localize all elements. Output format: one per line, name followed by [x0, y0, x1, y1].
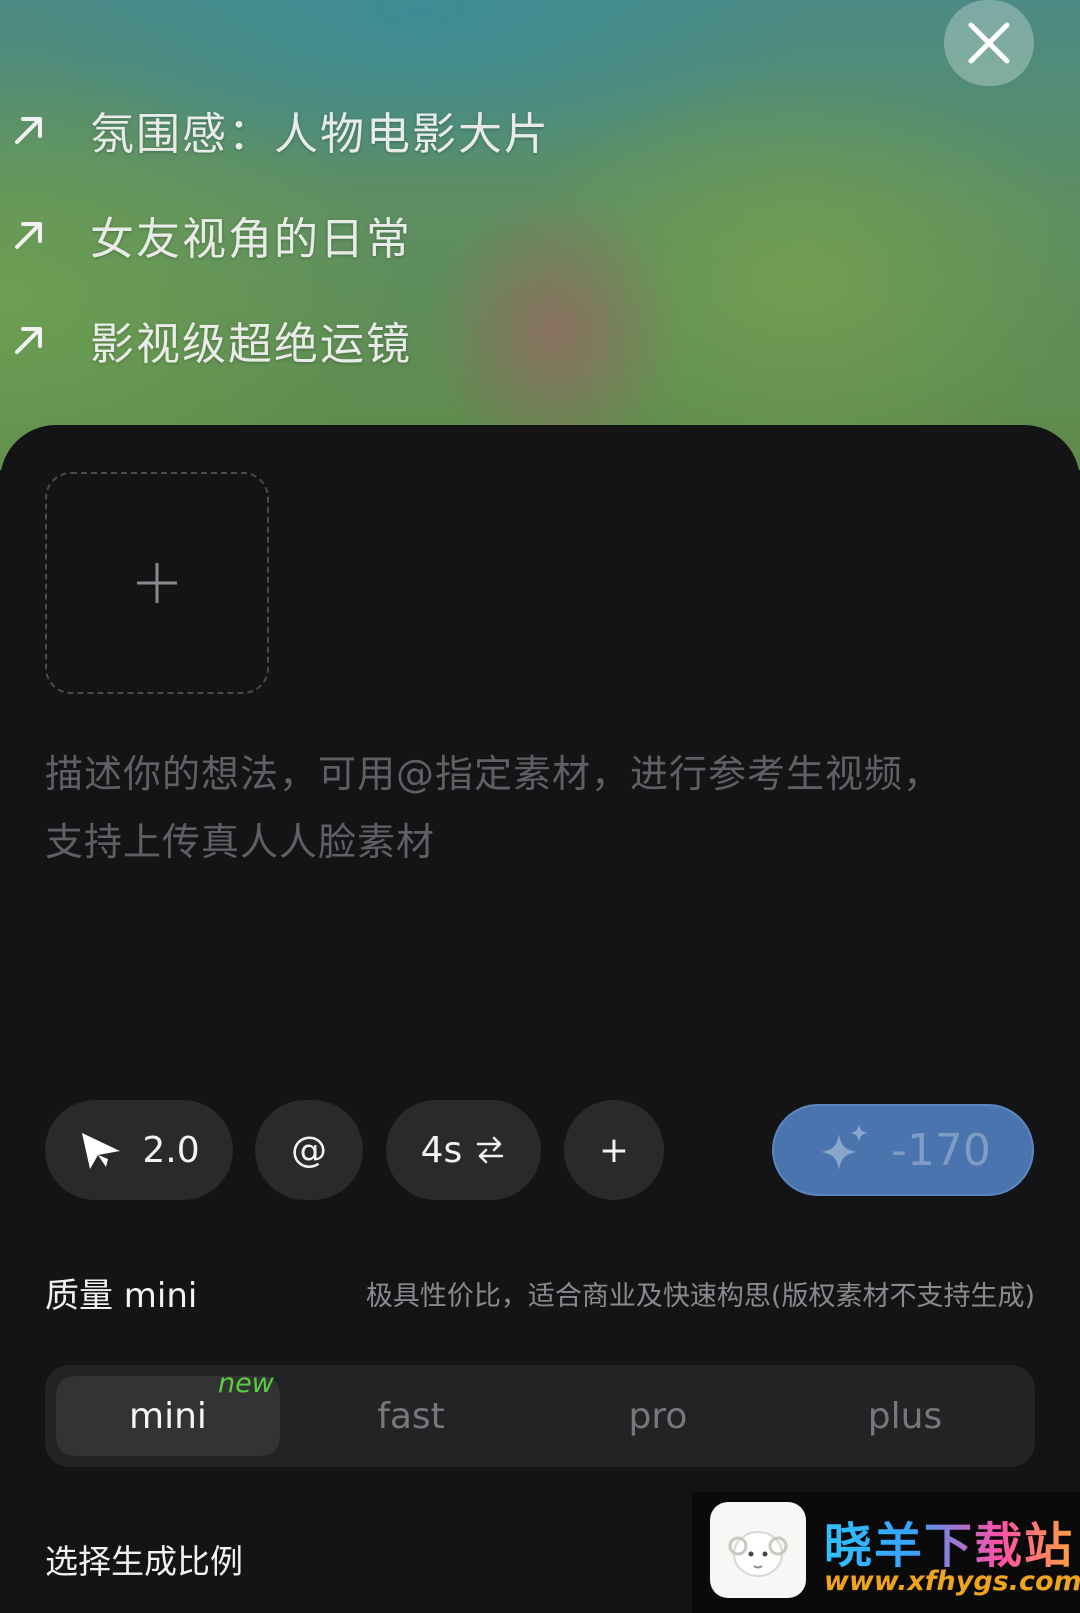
quality-tabs: mini new fast pro plus [45, 1365, 1035, 1467]
arrow-up-right-icon [15, 222, 42, 249]
generate-cost: -170 [891, 1124, 991, 1176]
generate-button[interactable]: -170 [772, 1104, 1034, 1196]
model-version-label: 2.0 [142, 1129, 200, 1171]
watermark-url: www.xfhygs.com [824, 1566, 1080, 1597]
close-button[interactable] [944, 0, 1034, 86]
prompt-placeholder-line: 描述你的想法，可用@指定素材，进行参考生视频， [45, 752, 943, 796]
arrow-up-right-icon [15, 327, 42, 354]
suggestion-item[interactable]: 氛围感：人物电影大片 [12, 100, 550, 160]
model-version-button[interactable]: 2.0 [45, 1100, 233, 1200]
tab-fast[interactable]: fast [299, 1376, 523, 1456]
sheep-logo-icon [710, 1502, 806, 1598]
close-icon [968, 22, 1010, 64]
suggestion-label: 氛围感：人物电影大片 [90, 109, 550, 160]
plus-icon [137, 563, 177, 603]
ratio-section-title: 选择生成比例 [45, 1542, 243, 1581]
watermark: 晓羊下载站 www.xfhygs.com [692, 1492, 1080, 1613]
new-badge: new [218, 1368, 274, 1399]
tab-mini[interactable]: mini new [56, 1368, 280, 1456]
mention-label: @ [291, 1129, 327, 1171]
tab-pro[interactable]: pro [546, 1376, 770, 1456]
sparkle-icon [821, 1124, 869, 1170]
swap-icon [477, 1136, 504, 1164]
quality-header: 质量 mini 极具性价比，适合商业及快速构思(版权素材不支持生成) [45, 1268, 1035, 1318]
more-options-label: + [598, 1129, 630, 1171]
duration-label: 4s [420, 1129, 463, 1171]
tab-plus[interactable]: plus [793, 1376, 1017, 1456]
tab-label: pro [628, 1395, 688, 1437]
arrow-up-right-icon [15, 117, 42, 144]
tab-label: plus [867, 1395, 943, 1437]
mention-button[interactable]: @ [255, 1100, 363, 1200]
prompt-input[interactable]: 描述你的想法，可用@指定素材，进行参考生视频， 支持上传真人人脸素材 [45, 740, 1035, 876]
more-options-button[interactable]: + [564, 1100, 664, 1200]
suggestion-label: 女友视角的日常 [90, 214, 412, 265]
duration-button[interactable]: 4s [386, 1100, 541, 1200]
tab-label: mini [129, 1395, 207, 1437]
tab-label: fast [377, 1395, 445, 1437]
suggestion-item[interactable]: 影视级超绝运镜 [12, 310, 412, 370]
suggestion-label: 影视级超绝运镜 [90, 319, 412, 370]
suggestion-item[interactable]: 女友视角的日常 [12, 205, 412, 265]
paper-plane-icon [82, 1133, 121, 1169]
quality-title: 质量 mini [45, 1276, 198, 1316]
quality-description: 极具性价比，适合商业及快速构思(版权素材不支持生成) [365, 1281, 1035, 1312]
prompt-placeholder-line: 支持上传真人人脸素材 [45, 820, 436, 864]
upload-material-button[interactable] [45, 472, 269, 694]
